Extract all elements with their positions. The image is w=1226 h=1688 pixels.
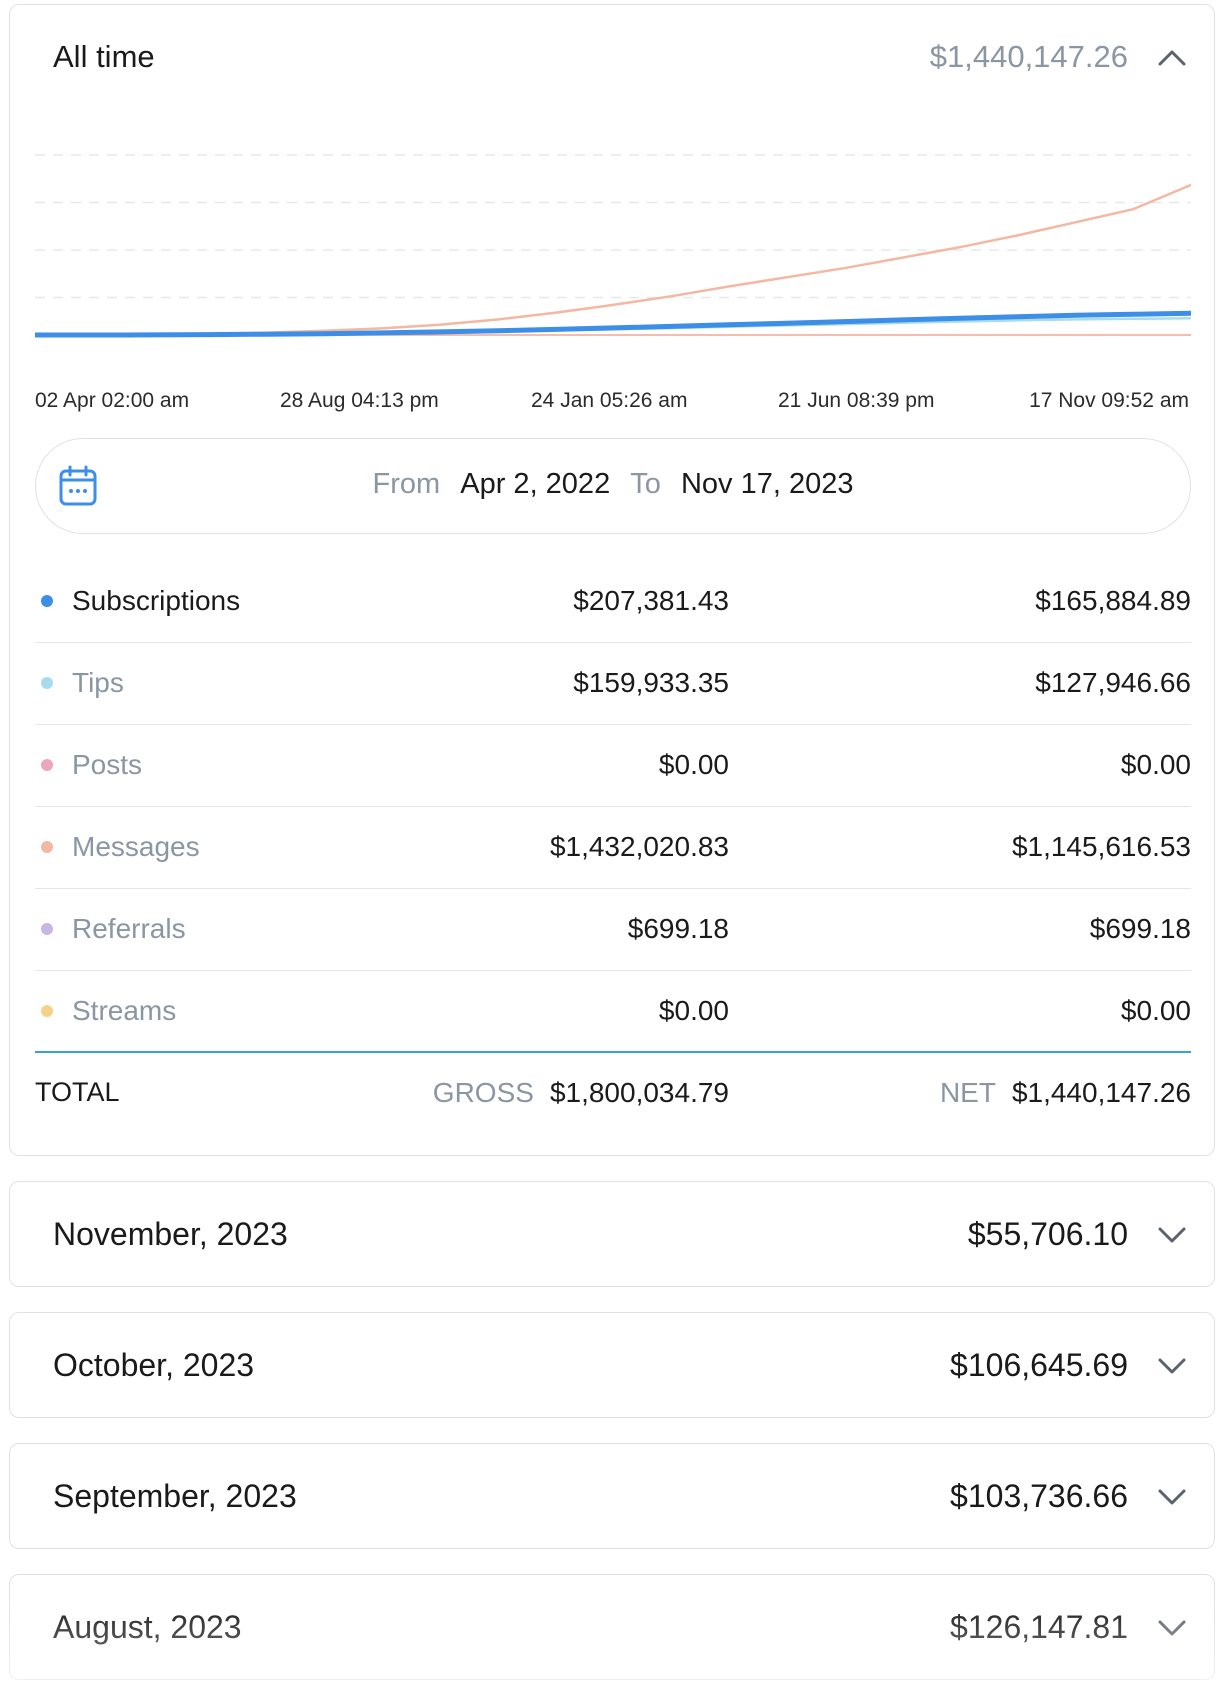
breakdown-net: $127,946.66 [1035,667,1191,698]
breakdown-gross: $207,381.43 [573,585,729,616]
month-amount: $103,736.66 [950,1478,1128,1514]
breakdown-row-streams[interactable]: Streams $0.00 $0.00 [35,971,1191,1053]
series-line-0 [35,183,1191,337]
breakdown-row-subscriptions[interactable]: Subscriptions $207,381.43 $165,884.89 [35,561,1191,643]
legend-dot [41,923,53,935]
month-title: November, 2023 [53,1216,288,1252]
breakdown-label: Streams [72,995,177,1026]
date-range-picker[interactable]: From Apr 2, 2022 To Nov 17, 2023 [35,438,1191,534]
breakdown-net: $0.00 [1120,749,1191,780]
from-label: From [372,468,441,500]
x-tick-label: 17 Nov 09:52 am [1029,389,1189,412]
total-gross: GROSS $1,800,034.79 [433,1077,729,1109]
legend-dot [41,595,53,607]
x-tick-label: 24 Jan 05:26 am [531,389,688,412]
x-tick-label: 02 Apr 02:00 am [35,389,190,412]
all-time-title: All time [53,39,155,74]
month-title: October, 2023 [53,1347,255,1383]
net-caption: NET [939,1077,996,1108]
breakdown-label: Messages [72,831,200,862]
all-time-total: $1,440,147.26 [929,39,1128,74]
breakdown-gross: $1,432,020.83 [549,831,729,862]
total-net-value: $1,440,147.26 [1011,1077,1191,1108]
x-tick-label: 21 Jun 08:39 pm [778,389,935,412]
total-row: TOTAL GROSS $1,800,034.79 NET $1,440,147.2… [35,1051,1191,1135]
month-title: September, 2023 [53,1478,297,1514]
breakdown-net: $1,145,616.53 [1011,831,1191,862]
date-range-text: From Apr 2, 2022 To Nov 17, 2023 [36,468,1190,501]
breakdown-net: $699.18 [1089,913,1191,944]
x-tick-label: 28 Aug 04:13 pm [280,389,439,412]
month-card-november-2023[interactable]: November, 2023 $55,706.10 [9,1181,1215,1287]
breakdown-gross: $0.00 [658,995,729,1026]
to-date[interactable]: Nov 17, 2023 [681,468,854,500]
breakdown-gross: $159,933.35 [573,667,729,698]
gross-caption: GROSS [432,1077,534,1108]
breakdown-label: Tips [72,667,124,698]
chevron-down-icon[interactable] [1152,1477,1192,1517]
chevron-up-icon[interactable] [1152,38,1192,78]
breakdown-gross: $699.18 [627,913,729,944]
all-time-card: All time $1,440,147.26 02 Apr 02:00 am 2… [9,4,1215,1156]
month-amount: $55,706.10 [967,1216,1128,1252]
legend-dot [41,1005,53,1017]
breakdown-net: $165,884.89 [1035,585,1191,616]
legend-dot [41,677,53,689]
total-net: NET $1,440,147.26 [940,1077,1191,1109]
breakdown-row-referrals[interactable]: Referrals $699.18 $699.18 [35,889,1191,971]
earnings-line-chart [35,154,1191,338]
month-card-october-2023[interactable]: October, 2023 $106,645.69 [9,1312,1215,1418]
chevron-down-icon[interactable] [1152,1608,1192,1648]
legend-dot [41,841,53,853]
series-line-1 [35,310,1191,338]
legend-dot [41,759,53,771]
total-gross-value: $1,800,034.79 [549,1077,729,1108]
breakdown-label: Subscriptions [72,585,241,616]
breakdown-label: Referrals [72,913,186,944]
month-amount: $126,147.81 [950,1609,1128,1645]
breakdown-row-tips[interactable]: Tips $159,933.35 $127,946.66 [35,643,1191,725]
breakdown-row-posts[interactable]: Posts $0.00 $0.00 [35,725,1191,807]
chevron-down-icon[interactable] [1152,1346,1192,1386]
month-amount: $106,645.69 [950,1347,1128,1383]
breakdown-label: Posts [72,749,143,780]
from-date[interactable]: Apr 2, 2022 [460,468,610,500]
to-label: To [630,468,661,500]
month-card-september-2023[interactable]: September, 2023 $103,736.66 [9,1443,1215,1549]
month-card-august-2023[interactable]: August, 2023 $126,147.81 [9,1574,1215,1680]
total-label: TOTAL [35,1077,120,1107]
breakdown-net: $0.00 [1120,995,1191,1026]
chevron-down-icon[interactable] [1152,1215,1192,1255]
breakdown-row-messages[interactable]: Messages $1,432,020.83 $1,145,616.53 [35,807,1191,889]
month-title: August, 2023 [53,1609,242,1645]
breakdown-gross: $0.00 [658,749,729,780]
